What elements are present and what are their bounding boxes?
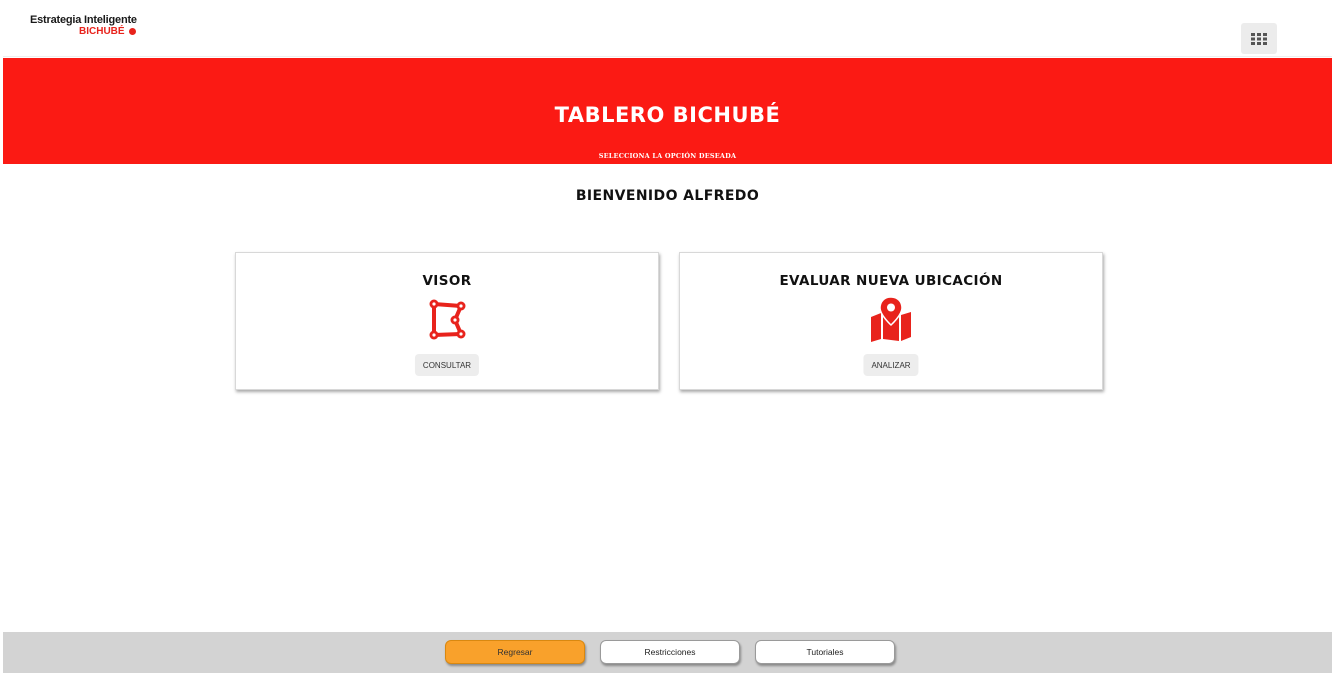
footer-bar: Regresar Restricciones Tutoriales — [3, 632, 1332, 673]
title-banner: TABLERO BICHUBÉ SELECCIONA LA OPCIÓN DES… — [3, 58, 1332, 164]
card-title: VISOR — [422, 273, 472, 289]
card-title: EVALUAR NUEVA UBICACIÓN — [779, 273, 1003, 289]
logo-brand-text: BICHUBÉ — [79, 26, 125, 37]
welcome-message: BIENVENIDO ALFREDO — [575, 188, 760, 204]
top-header: Estrategia Inteligente BICHUBÉ — [3, 10, 1332, 57]
tutoriales-button[interactable]: Tutoriales — [755, 640, 895, 664]
page-subtitle: SELECCIONA LA OPCIÓN DESEADA — [598, 152, 737, 160]
polygon-map-icon — [429, 299, 466, 340]
grid-icon — [1251, 32, 1267, 45]
restricciones-button[interactable]: Restricciones — [600, 640, 740, 664]
map-location-icon — [871, 297, 911, 342]
page-title: TABLERO BICHUBÉ — [554, 103, 781, 127]
card-visor[interactable]: VISOR CONSULTAR — [235, 252, 659, 390]
card-evaluar-ubicacion[interactable]: EVALUAR NUEVA UBICACIÓN ANALIZAR — [679, 252, 1103, 390]
consultar-button[interactable]: CONSULTAR — [414, 354, 480, 376]
analizar-button[interactable]: ANALIZAR — [863, 354, 919, 376]
regresar-button[interactable]: Regresar — [445, 640, 585, 664]
apps-menu-button[interactable] — [1241, 23, 1277, 54]
logo-dot-icon — [128, 28, 136, 35]
logo-brand: BICHUBÉ — [79, 26, 137, 37]
logo-text: Estrategia Inteligente — [30, 14, 137, 26]
logo[interactable]: Estrategia Inteligente BICHUBÉ — [30, 14, 137, 37]
